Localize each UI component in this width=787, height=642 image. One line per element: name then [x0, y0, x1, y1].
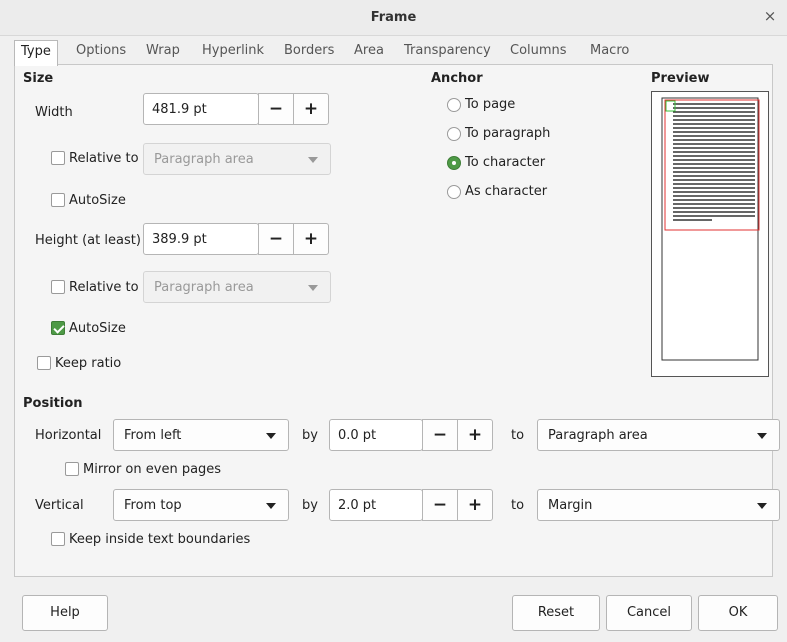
- chevron-down-icon: [757, 503, 767, 509]
- width-autosize-checkbox[interactable]: [51, 193, 65, 207]
- tab-hyperlink[interactable]: Hyperlink: [196, 40, 270, 64]
- vertical-value: From top: [124, 498, 182, 513]
- frame-preview: [651, 91, 769, 377]
- anchor-heading: Anchor: [431, 71, 483, 86]
- height-relative-value: Paragraph area: [154, 280, 254, 295]
- width-relative-label: Relative to: [69, 151, 139, 166]
- vertical-to-label: to: [511, 498, 525, 513]
- preview-page-graphic: [661, 97, 760, 361]
- tab-transparency[interactable]: Transparency: [398, 40, 497, 64]
- ok-button[interactable]: OK: [698, 595, 778, 631]
- vertical-by-field[interactable]: 2.0 pt: [329, 489, 423, 521]
- anchor-as-character-label: As character: [465, 184, 548, 199]
- tab-area[interactable]: Area: [348, 40, 390, 64]
- chevron-down-icon: [266, 503, 276, 509]
- tab-type[interactable]: Type: [14, 40, 58, 66]
- reset-button[interactable]: Reset: [512, 595, 600, 631]
- horizontal-value: From left: [124, 428, 182, 443]
- width-value: 481.9 pt: [152, 102, 207, 117]
- anchor-to-page-label: To page: [465, 97, 516, 112]
- cancel-button[interactable]: Cancel: [606, 595, 692, 631]
- width-increment-button[interactable]: +: [293, 93, 329, 125]
- mirror-even-pages-label: Mirror on even pages: [83, 462, 222, 477]
- keep-inside-text-boundaries-label: Keep inside text boundaries: [69, 532, 251, 547]
- width-autosize-label: AutoSize: [69, 193, 126, 208]
- type-tab-panel: Size Width 481.9 pt − + Relative to Para…: [14, 64, 780, 577]
- height-field[interactable]: 389.9 pt: [143, 223, 259, 255]
- horizontal-by-value: 0.0 pt: [338, 428, 377, 443]
- height-autosize-checkbox[interactable]: [51, 321, 65, 335]
- anchor-to-character-radio[interactable]: [447, 156, 461, 170]
- tab-options[interactable]: Options: [70, 40, 132, 64]
- horizontal-by-field[interactable]: 0.0 pt: [329, 419, 423, 451]
- horizontal-to-value: Paragraph area: [548, 428, 648, 443]
- horizontal-select[interactable]: From left: [113, 419, 289, 451]
- width-relative-checkbox[interactable]: [51, 151, 65, 165]
- height-label: Height (at least): [35, 233, 141, 248]
- vertical-by-value: 2.0 pt: [338, 498, 377, 513]
- vertical-to-select[interactable]: Margin: [537, 489, 780, 521]
- tab-bar: Type Options Wrap Hyperlink Borders Area…: [14, 40, 773, 66]
- horizontal-by-label: by: [302, 428, 318, 443]
- horizontal-to-select[interactable]: Paragraph area: [537, 419, 780, 451]
- height-relative-label: Relative to: [69, 280, 139, 295]
- width-relative-select[interactable]: Paragraph area: [143, 143, 331, 175]
- width-decrement-button[interactable]: −: [258, 93, 294, 125]
- horizontal-by-increment-button[interactable]: +: [457, 419, 493, 451]
- help-button[interactable]: Help: [22, 595, 108, 631]
- vertical-label: Vertical: [35, 498, 84, 513]
- height-relative-checkbox[interactable]: [51, 280, 65, 294]
- size-heading: Size: [23, 71, 54, 86]
- position-heading: Position: [23, 396, 83, 411]
- tab-macro[interactable]: Macro: [584, 40, 635, 64]
- anchor-as-character-radio[interactable]: [447, 185, 461, 199]
- vertical-by-label: by: [302, 498, 318, 513]
- tab-wrap[interactable]: Wrap: [140, 40, 186, 64]
- vertical-select[interactable]: From top: [113, 489, 289, 521]
- keep-ratio-checkbox[interactable]: [37, 356, 51, 370]
- vertical-to-value: Margin: [548, 498, 593, 513]
- keep-inside-text-boundaries-checkbox[interactable]: [51, 532, 65, 546]
- height-increment-button[interactable]: +: [293, 223, 329, 255]
- tab-columns[interactable]: Columns: [504, 40, 573, 64]
- dialog-title: Frame: [370, 10, 417, 25]
- horizontal-by-decrement-button[interactable]: −: [422, 419, 458, 451]
- vertical-by-decrement-button[interactable]: −: [422, 489, 458, 521]
- anchor-to-page-radio[interactable]: [447, 98, 461, 112]
- preview-heading: Preview: [651, 71, 710, 86]
- tab-borders[interactable]: Borders: [278, 40, 340, 64]
- anchor-to-character-label: To character: [465, 155, 546, 170]
- height-relative-select[interactable]: Paragraph area: [143, 271, 331, 303]
- height-decrement-button[interactable]: −: [258, 223, 294, 255]
- width-relative-value: Paragraph area: [154, 152, 254, 167]
- height-autosize-label: AutoSize: [69, 321, 126, 336]
- horizontal-to-label: to: [511, 428, 525, 443]
- anchor-to-paragraph-radio[interactable]: [447, 127, 461, 141]
- title-bar: Frame ×: [0, 0, 787, 36]
- mirror-even-pages-checkbox[interactable]: [65, 462, 79, 476]
- height-value: 389.9 pt: [152, 232, 207, 247]
- anchor-to-paragraph-label: To paragraph: [465, 126, 551, 141]
- width-label: Width: [35, 105, 73, 120]
- horizontal-label: Horizontal: [35, 428, 102, 443]
- chevron-down-icon: [266, 433, 276, 439]
- width-field[interactable]: 481.9 pt: [143, 93, 259, 125]
- keep-ratio-label: Keep ratio: [55, 356, 122, 371]
- vertical-by-increment-button[interactable]: +: [457, 489, 493, 521]
- close-icon[interactable]: ×: [761, 7, 779, 25]
- chevron-down-icon: [308, 157, 318, 163]
- preview-page: [661, 97, 759, 361]
- chevron-down-icon: [757, 433, 767, 439]
- chevron-down-icon: [308, 285, 318, 291]
